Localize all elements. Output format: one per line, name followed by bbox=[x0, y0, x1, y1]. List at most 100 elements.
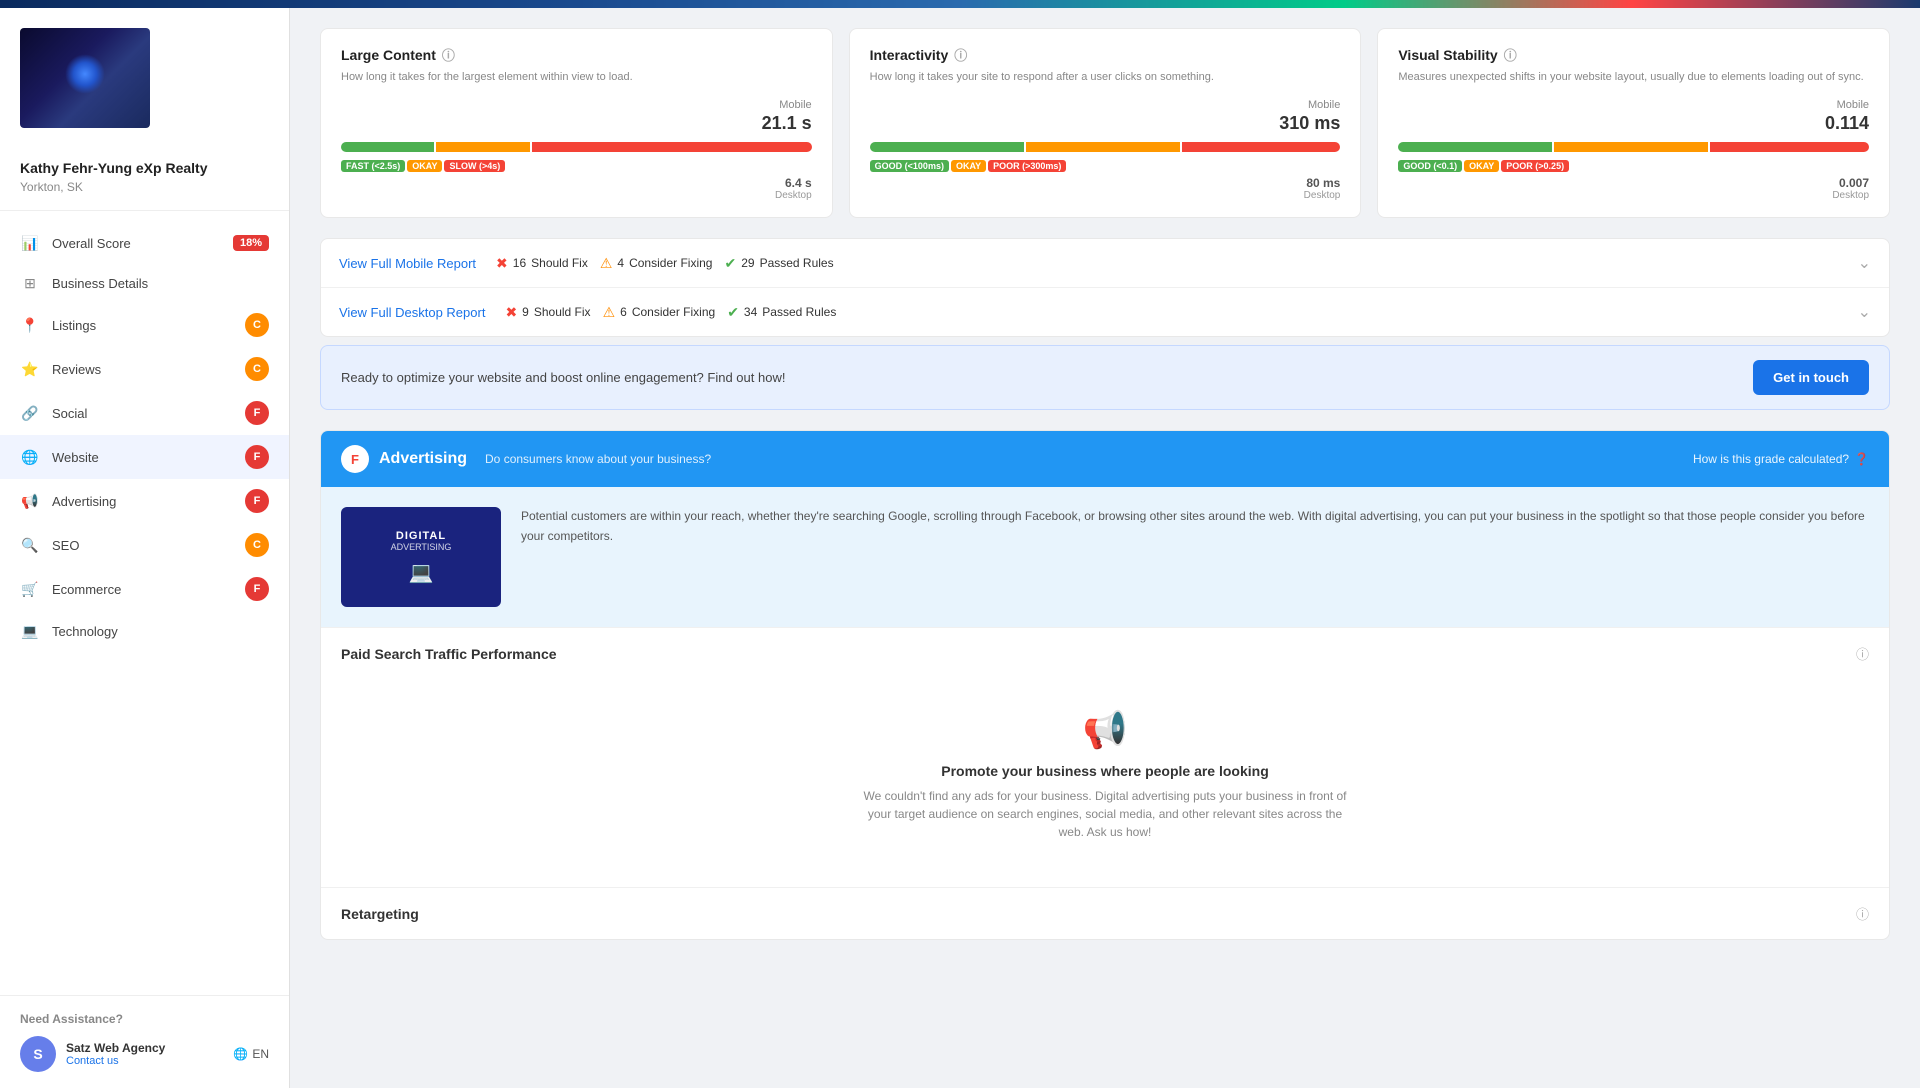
sidebar-item-reviews[interactable]: ⭐ReviewsC bbox=[0, 347, 289, 391]
social-icon: 🔗 bbox=[20, 403, 40, 423]
sidebar-badge-social: F bbox=[245, 401, 269, 425]
label-okay-vs: OKAY bbox=[1464, 160, 1499, 172]
sidebar-item-advertising[interactable]: 📢AdvertisingF bbox=[0, 479, 289, 523]
sidebar-item-website[interactable]: 🌐WebsiteF bbox=[0, 435, 289, 479]
metric-title-text-int: Interactivity bbox=[870, 47, 949, 63]
business-location: Yorkton, SK bbox=[0, 180, 289, 210]
desktop-consider-fix-label: Consider Fixing bbox=[632, 305, 715, 319]
website-icon: 🌐 bbox=[20, 447, 40, 467]
info-icon-interactivity[interactable]: ⓘ bbox=[954, 45, 967, 64]
ecommerce-icon: 🛒 bbox=[20, 579, 40, 599]
metric-title-large-content: Large Content ⓘ bbox=[341, 45, 812, 64]
sidebar-item-label-listings: Listings bbox=[52, 318, 245, 333]
mobile-value-int: 310 ms bbox=[870, 113, 1341, 134]
desktop-label-vs: Desktop bbox=[1398, 190, 1869, 201]
sidebar-logo-area bbox=[0, 8, 289, 148]
desktop-should-fix-count: 9 bbox=[522, 305, 529, 319]
retargeting-title: Retargeting bbox=[341, 906, 419, 922]
info-icon-large-content[interactable]: ⓘ bbox=[442, 45, 455, 64]
progress-labels-vs: GOOD (<0.1) OKAY POOR (>0.25) bbox=[1398, 160, 1869, 172]
advertising-body: DIGITAL ADVERTISING 💻 Potential customer… bbox=[321, 487, 1889, 627]
passed-icon-desktop: ✔ bbox=[727, 304, 739, 321]
language-label: EN bbox=[252, 1047, 269, 1061]
metric-desc-large-content: How long it takes for the largest elemen… bbox=[341, 70, 812, 85]
mobile-report-link[interactable]: View Full Mobile Report bbox=[339, 256, 476, 271]
sidebar-item-overall-score[interactable]: 📊Overall Score18% bbox=[0, 223, 289, 263]
mobile-value-lc: 21.1 s bbox=[341, 113, 812, 134]
advertising-grade-question[interactable]: How is this grade calculated? ❓ bbox=[1693, 452, 1869, 466]
seg-okay-lc bbox=[436, 142, 529, 152]
desktop-value-lc: 6.4 s bbox=[341, 176, 812, 190]
sidebar-nav: 📊Overall Score18%⊞Business Details📍Listi… bbox=[0, 219, 289, 995]
paid-search-subsection: Paid Search Traffic Performance ⓘ 📢 Prom… bbox=[321, 627, 1889, 887]
progress-bar-vs bbox=[1398, 142, 1869, 152]
advertising-title: Advertising bbox=[379, 450, 467, 468]
agency-name: Satz Web Agency bbox=[66, 1041, 165, 1055]
desktop-report-expand[interactable]: ⌄ bbox=[1858, 302, 1871, 322]
desktop-should-fix: ✖ 9 Should Fix bbox=[505, 304, 590, 321]
consider-fix-icon-desktop: ⚠ bbox=[603, 304, 616, 321]
agency-contact-link[interactable]: Contact us bbox=[66, 1055, 165, 1067]
desktop-val-int: 80 ms bbox=[1306, 176, 1340, 190]
retargeting-info-icon[interactable]: ⓘ bbox=[1856, 904, 1869, 923]
mobile-passed-label: Passed Rules bbox=[760, 256, 834, 270]
sidebar-item-label-reviews: Reviews bbox=[52, 362, 245, 377]
need-assistance-section: Need Assistance? S Satz Web Agency Conta… bbox=[0, 995, 289, 1088]
mobile-consider-fix-count: 4 bbox=[617, 256, 624, 270]
seg-slow-lc bbox=[532, 142, 812, 152]
mobile-label-int: Mobile bbox=[870, 99, 1341, 111]
sidebar-item-technology[interactable]: 💻Technology bbox=[0, 611, 289, 651]
reviews-icon: ⭐ bbox=[20, 359, 40, 379]
empty-state-icon: 📢 bbox=[361, 709, 1849, 751]
empty-state-desc: We couldn't find any ads for your busine… bbox=[855, 787, 1355, 841]
label-slow-lc: SLOW (>4s) bbox=[444, 160, 505, 172]
metric-title-interactivity: Interactivity ⓘ bbox=[870, 45, 1341, 64]
business-logo bbox=[20, 28, 150, 128]
paid-search-empty-state: 📢 Promote your business where people are… bbox=[341, 679, 1869, 871]
sidebar-item-label-advertising: Advertising bbox=[52, 494, 245, 509]
paid-search-info-icon[interactable]: ⓘ bbox=[1856, 644, 1869, 663]
sidebar-item-seo[interactable]: 🔍SEOC bbox=[0, 523, 289, 567]
sidebar-item-business-details[interactable]: ⊞Business Details bbox=[0, 263, 289, 303]
language-button[interactable]: 🌐 EN bbox=[233, 1047, 269, 1061]
sidebar-item-social[interactable]: 🔗SocialF bbox=[0, 391, 289, 435]
seo-icon: 🔍 bbox=[20, 535, 40, 555]
retargeting-row[interactable]: Retargeting ⓘ bbox=[321, 887, 1889, 939]
main-content: Large Content ⓘ How long it takes for th… bbox=[290, 8, 1920, 1088]
sidebar-item-ecommerce[interactable]: 🛒EcommerceF bbox=[0, 567, 289, 611]
sidebar-item-listings[interactable]: 📍ListingsC bbox=[0, 303, 289, 347]
desktop-report-row[interactable]: View Full Desktop Report ✖ 9 Should Fix … bbox=[321, 287, 1889, 336]
mobile-report-row[interactable]: View Full Mobile Report ✖ 16 Should Fix … bbox=[321, 239, 1889, 287]
mobile-report-badges: ✖ 16 Should Fix ⚠ 4 Consider Fixing ✔ 29… bbox=[496, 255, 1858, 272]
seg-okay-int bbox=[1026, 142, 1180, 152]
mobile-passed: ✔ 29 Passed Rules bbox=[724, 255, 833, 272]
paid-search-title-row: Paid Search Traffic Performance ⓘ bbox=[341, 644, 1869, 663]
globe-icon: 🌐 bbox=[233, 1047, 248, 1061]
ad-image-inner: DIGITAL ADVERTISING 💻 bbox=[391, 530, 452, 585]
sidebar: Kathy Fehr-Yung eXp Realty Yorkton, SK 📊… bbox=[0, 8, 290, 1088]
mobile-should-fix: ✖ 16 Should Fix bbox=[496, 255, 588, 272]
business-details-icon: ⊞ bbox=[20, 273, 40, 293]
progress-bar-int bbox=[870, 142, 1341, 152]
desktop-passed-label: Passed Rules bbox=[762, 305, 836, 319]
advertising-section-card: F Advertising Do consumers know about yo… bbox=[320, 430, 1890, 940]
mobile-report-expand[interactable]: ⌄ bbox=[1858, 253, 1871, 273]
seg-fast-lc bbox=[341, 142, 434, 152]
desktop-should-fix-label: Should Fix bbox=[534, 305, 591, 319]
agency-info: S Satz Web Agency Contact us bbox=[20, 1036, 165, 1072]
desktop-report-link[interactable]: View Full Desktop Report bbox=[339, 305, 485, 320]
seg-good-vs bbox=[1398, 142, 1552, 152]
cta-button[interactable]: Get in touch bbox=[1753, 360, 1869, 395]
desktop-passed: ✔ 34 Passed Rules bbox=[727, 304, 836, 321]
label-okay-lc: OKAY bbox=[407, 160, 442, 172]
advertising-image: DIGITAL ADVERTISING 💻 bbox=[341, 507, 501, 607]
sidebar-badge-listings: C bbox=[245, 313, 269, 337]
info-icon-vs[interactable]: ⓘ bbox=[1504, 45, 1517, 64]
label-okay-int: OKAY bbox=[951, 160, 986, 172]
label-good-vs: GOOD (<0.1) bbox=[1398, 160, 1462, 172]
ad-image-title: DIGITAL bbox=[391, 530, 452, 542]
desktop-label-lc: Desktop bbox=[341, 190, 812, 201]
metric-card-interactivity: Interactivity ⓘ How long it takes your s… bbox=[849, 28, 1362, 218]
mobile-label-lc: Mobile bbox=[341, 99, 812, 111]
label-good-int: GOOD (<100ms) bbox=[870, 160, 949, 172]
